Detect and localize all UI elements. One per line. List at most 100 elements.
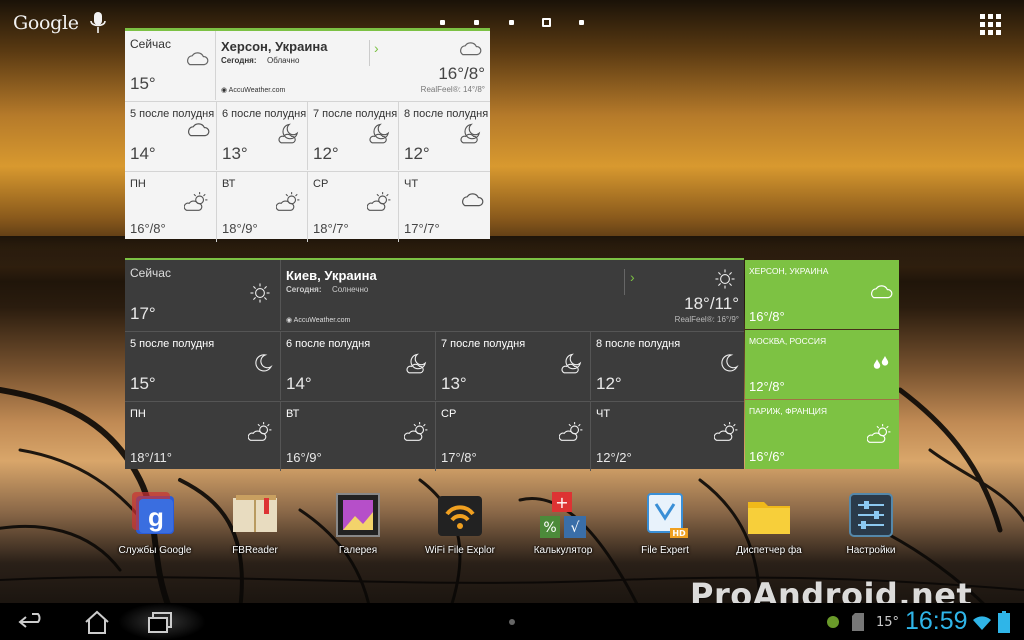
- forecast-label: ЧТ: [404, 178, 419, 190]
- rain-drops-icon: [869, 354, 893, 374]
- provider-name: AccuWeather.com: [228, 87, 286, 94]
- daily-forecast-cell[interactable]: СР 17°/8°: [435, 402, 590, 471]
- back-button[interactable]: [16, 609, 50, 635]
- forecast-label: ПН: [130, 408, 146, 420]
- sd-card-icon[interactable]: [852, 613, 864, 631]
- calculator-icon[interactable]: +% √: [538, 490, 588, 540]
- forecast-label: 6 после полудня: [286, 338, 371, 350]
- settings-icon[interactable]: [846, 490, 896, 540]
- file-expert-icon[interactable]: HD: [640, 490, 690, 540]
- app-shortcut[interactable]: g Службы Google: [110, 490, 200, 560]
- svg-text:%: %: [543, 520, 556, 536]
- app-shortcut[interactable]: FBReader: [210, 490, 300, 560]
- app-shortcut[interactable]: Настройки: [826, 490, 916, 560]
- today-prefix: Сегодня:: [286, 285, 322, 294]
- daily-forecast-cell[interactable]: ВТ 18°/9°: [216, 172, 307, 242]
- chevron-right-icon[interactable]: ›: [630, 269, 635, 285]
- hourly-forecast-cell[interactable]: 5 после полудня 15°: [125, 332, 280, 400]
- wifi-icon[interactable]: [435, 490, 485, 540]
- moon-cloud-icon: [460, 122, 484, 146]
- svg-text:g: g: [148, 502, 164, 532]
- recent-apps-button[interactable]: [144, 609, 178, 635]
- forecast-temp: 17°/8°: [441, 450, 477, 465]
- sun-cloud-icon: [248, 422, 274, 443]
- hourly-forecast-cell[interactable]: 6 после полудня 14°: [280, 332, 435, 400]
- all-apps-grid-icon[interactable]: [980, 14, 1002, 36]
- forecast-temp: 16°/9°: [286, 450, 322, 465]
- app-shortcut[interactable]: Диспетчер фа: [724, 490, 814, 560]
- book-icon[interactable]: [230, 490, 280, 540]
- sun-cloud-icon: [184, 192, 210, 213]
- forecast-temp: 13°: [441, 374, 467, 393]
- hourly-forecast-cell[interactable]: 6 после полудня 13°: [216, 102, 307, 170]
- gallery-icon[interactable]: [333, 490, 383, 540]
- daily-forecast-cell[interactable]: ЧТ 17°/7°: [398, 172, 489, 242]
- hourly-forecast-cell[interactable]: 8 после полудня 12°: [398, 102, 489, 170]
- app-label: Службы Google: [118, 545, 192, 556]
- forecast-label: ЧТ: [596, 408, 611, 420]
- forecast-temp: 18°/11°: [130, 450, 172, 465]
- app-shortcut[interactable]: HD File Expert: [620, 490, 710, 560]
- system-navigation-bar: 15° 16:59: [0, 603, 1024, 640]
- google-services-icon[interactable]: g: [130, 490, 180, 540]
- android-bug-icon[interactable]: [826, 615, 840, 629]
- now-temp: 15°: [130, 74, 156, 93]
- app-shortcut[interactable]: WiFi File Explor: [415, 490, 505, 560]
- city-name: Херсон, Украина: [221, 39, 328, 54]
- sun-cloud-icon: [367, 192, 393, 213]
- current-row: Сейчас 17° Киев, Украина Сегодня: Солнеч…: [125, 260, 744, 330]
- launcher-dot: [509, 619, 515, 625]
- moon-cloud-icon: [278, 122, 302, 146]
- daily-row: ПН 18°/11° ВТ 16°/9° СР 17°/8° ЧТ 12°/2°: [125, 401, 744, 471]
- daily-row: ПН 16°/8° ВТ 18°/9° СР 18°/7° ЧТ 17°/7°: [125, 171, 490, 242]
- svg-text:√: √: [571, 520, 580, 536]
- status-clock[interactable]: 16:59: [905, 607, 968, 636]
- city-tile[interactable]: ХЕРСОН, УКРАИНА 16°/8°: [745, 260, 899, 329]
- chevron-right-icon[interactable]: ›: [374, 40, 379, 56]
- app-label: WiFi File Explor: [424, 545, 495, 556]
- sun-cloud-icon: [714, 422, 740, 443]
- daily-forecast-cell[interactable]: ПН 16°/8°: [125, 172, 216, 242]
- forecast-temp: 17°/7°: [404, 221, 440, 236]
- hourly-forecast-cell[interactable]: 5 после полудня 14°: [125, 102, 216, 170]
- wifi-signal-icon[interactable]: [972, 615, 992, 631]
- forecast-temp: 18°/7°: [313, 221, 349, 236]
- forecast-temp: 12°: [404, 144, 430, 163]
- today-condition: Облачно: [267, 56, 300, 65]
- cloud-icon: [458, 41, 482, 57]
- city-cell[interactable]: Херсон, Украина Сегодня: Облачно ◉ AccuW…: [215, 31, 490, 100]
- daily-forecast-cell[interactable]: ЧТ 12°/2°: [590, 402, 745, 471]
- city-tile[interactable]: МОСКВА, РОССИЯ 12°/8°: [745, 330, 899, 399]
- hourly-forecast-cell[interactable]: 7 после полудня 13°: [435, 332, 590, 400]
- city-cell[interactable]: Киев, Украина Сегодня: Солнечно ◉ AccuWe…: [280, 260, 744, 330]
- daily-forecast-cell[interactable]: ВТ 16°/9°: [280, 402, 435, 471]
- svg-text:HD: HD: [672, 529, 686, 538]
- forecast-label: 7 после полудня: [441, 338, 526, 350]
- weather-widget-kiev[interactable]: Сейчас 17° Киев, Украина Сегодня: Солнеч…: [125, 258, 745, 471]
- sun-icon: [714, 268, 736, 290]
- page-dot: [440, 20, 445, 25]
- now-cell: Сейчас 15°: [125, 31, 215, 100]
- forecast-temp: 18°/9°: [222, 221, 258, 236]
- moon-cloud-icon: [406, 352, 430, 376]
- folder-icon[interactable]: [744, 490, 794, 540]
- city-tile[interactable]: ПАРИЖ, ФРАНЦИЯ 16°/6°: [745, 400, 899, 469]
- moon-cloud-icon: [561, 352, 585, 376]
- forecast-label: ВТ: [286, 408, 300, 420]
- today-condition: Солнечно: [332, 285, 369, 294]
- daily-forecast-cell[interactable]: СР 18°/7°: [307, 172, 398, 242]
- forecast-label: СР: [441, 408, 457, 420]
- now-label: Сейчас: [130, 266, 171, 280]
- app-shortcut[interactable]: Галерея: [313, 490, 403, 560]
- google-search-logo[interactable]: Google: [13, 12, 79, 34]
- weather-widget-kherson[interactable]: Сейчас 15° Херсон, Украина Сегодня: Обла…: [125, 28, 490, 242]
- microphone-icon[interactable]: [90, 12, 106, 34]
- city-tile-temp: 12°/8°: [749, 379, 785, 394]
- battery-icon[interactable]: [998, 611, 1010, 633]
- now-label: Сейчас: [130, 37, 171, 51]
- home-button[interactable]: [80, 609, 114, 635]
- hourly-forecast-cell[interactable]: 7 после полудня 12°: [307, 102, 398, 170]
- daily-forecast-cell[interactable]: ПН 18°/11°: [125, 402, 280, 471]
- hourly-forecast-cell[interactable]: 8 после полудня 12°: [590, 332, 745, 400]
- app-shortcut[interactable]: +% √ Калькулятор: [518, 490, 608, 560]
